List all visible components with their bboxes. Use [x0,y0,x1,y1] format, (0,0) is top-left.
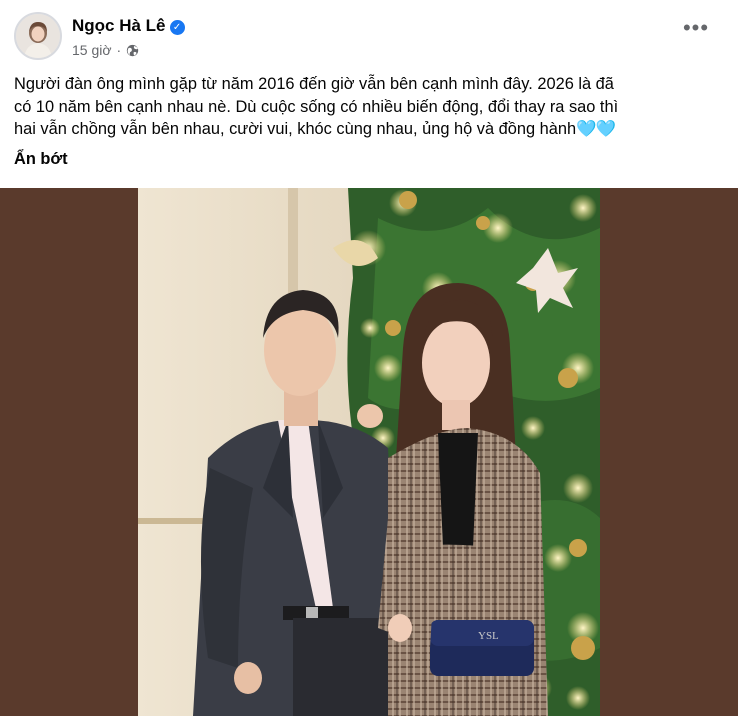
post-timestamp[interactable]: 15 giờ [72,42,112,58]
globe-icon [127,44,139,56]
verified-badge-icon: ✓ [169,20,185,35]
author-name[interactable]: Ngọc Hà Lê ✓ [72,16,185,36]
light-blue-heart-icon: 🩵🩵 [576,120,616,138]
see-less-link[interactable]: Ẩn bớt [14,150,68,169]
more-options-icon: ••• [682,15,710,40]
author-name-text[interactable]: Ngọc Hà Lê [72,16,166,35]
facebook-post: Ngọc Hà Lê ✓ 15 giờ · ••• Người đàn ông m… [0,0,738,716]
author-avatar[interactable] [14,12,62,60]
svg-text:YSL: YSL [478,630,499,642]
post-header: Ngọc Hà Lê ✓ 15 giờ · ••• [0,0,738,70]
meta-separator: · [116,42,122,58]
post-caption: Người đàn ông mình gặp từ năm 2016 đến g… [14,73,726,141]
caption-line-2: có 10 năm bên cạnh nhau nè. Dù cuộc sống… [14,97,619,116]
more-options-button[interactable]: ••• [678,17,714,44]
caption-line-3: hai vẫn chồng vẫn bên nhau, cười vui, kh… [14,120,577,138]
post-photo-container[interactable]: YSL [0,188,738,716]
caption-line-3-wrap: hai vẫn chồng vẫn bên nhau, cười vui, kh… [14,118,726,141]
caption-line-1: Người đàn ông mình gặp từ năm 2016 đến g… [14,75,614,93]
couple-photo-image: YSL [138,188,600,716]
avatar-image [16,14,60,58]
post-photo[interactable]: YSL [138,188,600,716]
post-meta: 15 giờ · [72,42,139,58]
